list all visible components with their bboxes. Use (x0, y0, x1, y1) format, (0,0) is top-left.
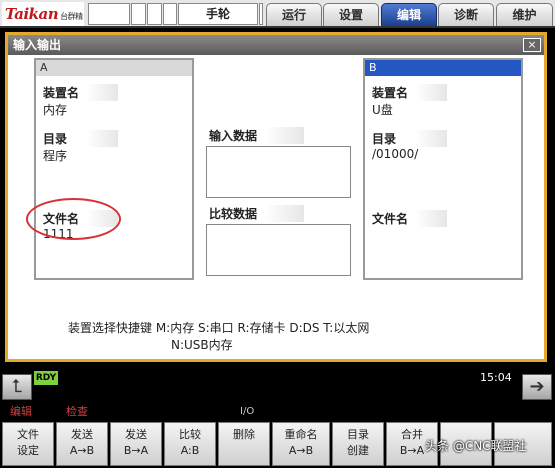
brand-logo: Taikan台群精机 (2, 2, 84, 48)
io-label: I/O (240, 406, 255, 417)
window-title: 输入输出 (8, 35, 544, 55)
device-shortcut-hint: 装置选择快捷键 M:内存 S:串口 R:存储卡 D:DS T:以太网 (68, 321, 370, 335)
status-cell-2 (131, 3, 146, 25)
mode-edit: 编辑 (10, 405, 32, 418)
panel-a-device-value: 内存 (43, 103, 68, 117)
softkey-compare[interactable]: 比较 A:B (164, 422, 216, 466)
status-cell-3 (147, 3, 162, 25)
return-arrow-icon[interactable]: ⮤ (2, 374, 32, 400)
panel-a-header: A (36, 60, 192, 76)
input-data-box[interactable] (206, 146, 351, 198)
close-icon[interactable]: × (523, 38, 541, 52)
ready-indicator: RDY (34, 371, 58, 385)
panel-a-dir-label: 目录 (40, 130, 118, 147)
status-cell-4 (163, 3, 177, 25)
watermark: 头条 @CNC联盟社 (425, 439, 527, 453)
mode-indicator: 手轮 (178, 3, 258, 25)
next-arrow-icon[interactable]: ➔ (522, 374, 552, 400)
tab-diagnosis[interactable]: 诊断 (438, 3, 494, 26)
panel-b-dir-label: 目录 (369, 130, 447, 147)
panel-b[interactable]: B 装置名 U盘 目录 /01000/ 文件名 (363, 58, 523, 280)
clock: 15:04 (480, 371, 512, 384)
panel-b-file-label: 文件名 (369, 210, 447, 227)
tab-maintenance[interactable]: 维护 (496, 3, 553, 26)
panel-a-device-label: 装置名 (40, 84, 118, 101)
softkey-file-setup[interactable]: 文件 设定 (2, 422, 54, 466)
compare-data-label: 比较数据 (206, 205, 304, 222)
panel-a[interactable]: A 装置名 内存 目录 程序 文件名 1111 (34, 58, 194, 280)
highlight-ellipse (26, 198, 121, 240)
panel-b-header: B (365, 60, 521, 76)
softkey-send-b-to-a[interactable]: 发送 B→A (110, 422, 162, 466)
mode-check: 检查 (66, 405, 88, 418)
input-data-label: 输入数据 (206, 127, 304, 144)
tab-setup[interactable]: 设置 (323, 3, 379, 26)
status-bar (0, 366, 555, 402)
tab-run[interactable]: 运行 (266, 3, 322, 26)
status-cell-1 (88, 3, 130, 25)
softkey-delete[interactable]: 删除 (218, 422, 270, 466)
tab-edit[interactable]: 编辑 (381, 3, 437, 26)
softkey-rename[interactable]: 重命名 A→B (272, 422, 330, 466)
panel-b-dir-value: /01000/ (372, 147, 419, 161)
panel-a-dir-value: 程序 (43, 149, 68, 163)
panel-b-device-label: 装置名 (369, 84, 447, 101)
softkey-send-a-to-b[interactable]: 发送 A→B (56, 422, 108, 466)
device-shortcut-hint-usb: N:USB内存 (171, 338, 233, 352)
io-window: 输入输出 × A 装置名 内存 目录 程序 文件名 1111 输入数据 比较数据… (5, 32, 547, 362)
status-cell-5 (259, 3, 263, 25)
softkey-create-dir[interactable]: 目录 创建 (332, 422, 384, 466)
panel-b-device-value: U盘 (372, 103, 393, 117)
compare-data-box[interactable] (206, 224, 351, 276)
